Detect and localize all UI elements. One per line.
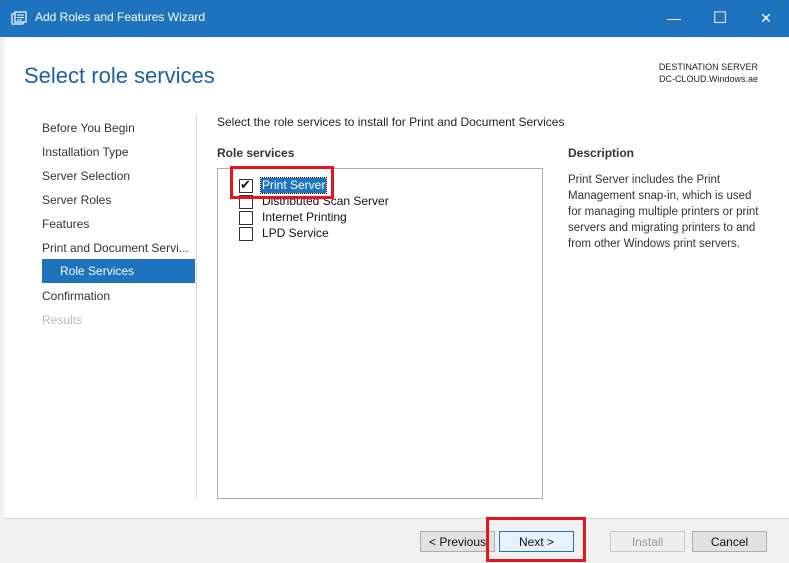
nav-item-confirmation[interactable]: Confirmation [42,289,196,303]
nav-item-results: Results [42,313,83,327]
list-item-label: Internet Printing [262,210,347,224]
destination-label: DESTINATION SERVER [658,62,758,72]
instruction-text: Select the role services to install for … [217,115,565,129]
description-text: Print Server includes the Print Manageme… [568,174,759,250]
nav-item-installation-type[interactable]: Installation Type [42,145,196,159]
nav-item-role-services[interactable]: Role Services [42,259,195,283]
minimize-icon[interactable]: — [651,0,697,37]
list-item-label: LPD Service [262,226,329,240]
previous-button[interactable]: < Previous [420,531,495,552]
title-bar[interactable]: Add Roles and Features Wizard — ☐ ✕ [0,0,789,37]
internet-printing-checkbox[interactable] [239,211,253,225]
cancel-button[interactable]: Cancel [692,531,767,552]
description-label: Description [568,146,635,160]
print-server-highlight [230,166,334,199]
install-button: Install [610,531,685,552]
destination-server-info: DESTINATION SERVER DC-CLOUD.Windows.ae [659,61,758,85]
lpd-service-checkbox[interactable] [239,227,253,241]
next-button-highlight [486,517,586,562]
role-services-label: Role services [217,146,295,160]
nav-item-print-document-services[interactable]: Print and Document Servi... [42,241,196,255]
nav-item-before-you-begin[interactable]: Before You Begin [42,121,196,135]
destination-server-name: DC-CLOUD.Windows.ae [658,74,758,84]
window-title: Add Roles and Features Wizard [35,10,206,24]
role-services-list[interactable]: ✔ Print Server Distributed Scan Server I… [217,168,543,499]
nav-divider [196,115,197,499]
close-icon[interactable]: ✕ [743,0,789,37]
footer-divider [4,518,789,519]
wizard-content: Select role services DESTINATION SERVER … [4,37,789,518]
server-manager-icon [11,11,27,25]
nav-item-server-selection[interactable]: Server Selection [42,169,196,183]
nav-item-server-roles[interactable]: Server Roles [42,193,196,207]
nav-item-features[interactable]: Features [42,217,196,231]
page-title: Select role services [24,63,215,88]
maximize-icon[interactable]: ☐ [697,0,743,37]
wizard-window: Add Roles and Features Wizard — ☐ ✕ Sele… [0,0,789,563]
